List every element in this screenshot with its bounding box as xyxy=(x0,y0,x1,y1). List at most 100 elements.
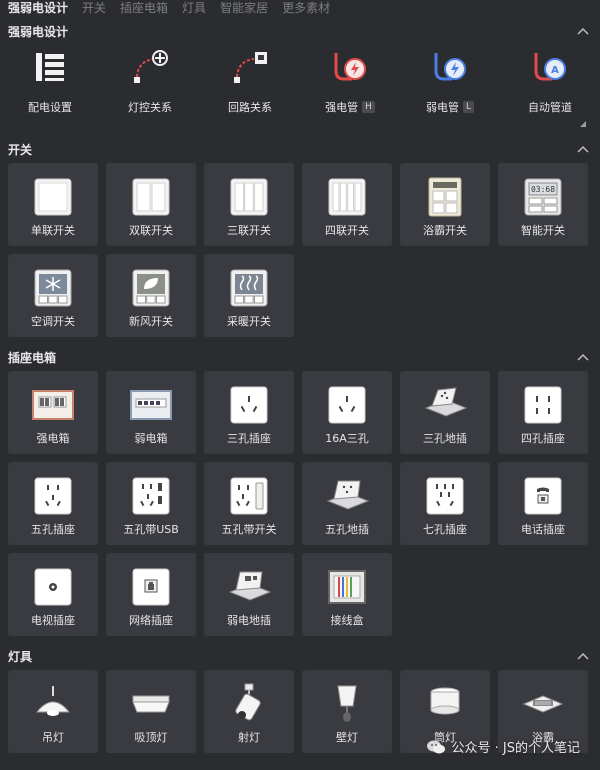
three-hole-socket-icon xyxy=(226,382,272,428)
nav-tab-sockets[interactable]: 插座电箱 xyxy=(120,0,168,17)
tile-triple-switch[interactable]: 三联开关 xyxy=(204,163,294,246)
phone-socket-icon xyxy=(520,473,566,519)
tile-phone-socket[interactable]: 电话插座 xyxy=(498,462,588,545)
floor-socket-3-icon xyxy=(422,382,468,428)
section-header-sockets[interactable]: 插座电箱 xyxy=(0,343,600,371)
weak-pipe-icon xyxy=(430,47,470,87)
watermark: 公众号 · JS的个人笔记 xyxy=(426,737,580,756)
tile-label: 四联开关 xyxy=(325,224,369,237)
tile-label: 三孔插座 xyxy=(227,432,271,445)
tile-five-hole-socket[interactable]: 五孔插座 xyxy=(8,462,98,545)
tile-double-switch[interactable]: 双联开关 xyxy=(106,163,196,246)
chevron-up-icon[interactable] xyxy=(576,26,590,36)
tool-distribution[interactable]: 配电设置 xyxy=(0,45,100,135)
section-title: 插座电箱 xyxy=(8,350,57,365)
tool-label: 弱电管 xyxy=(425,101,459,114)
smart-switch-display: 03:68 xyxy=(531,185,555,194)
spotlight-icon xyxy=(226,681,272,727)
tool-light-control[interactable]: 灯控关系 xyxy=(100,45,200,135)
tile-label: 网络插座 xyxy=(129,614,173,627)
four-hole-socket-icon xyxy=(520,382,566,428)
tile-seven-hole-socket[interactable]: 七孔插座 xyxy=(400,462,490,545)
chevron-up-icon[interactable] xyxy=(576,352,590,362)
tool-label: 灯控关系 xyxy=(128,101,172,114)
seven-hole-socket-icon xyxy=(422,473,468,519)
tile-wall-lamp[interactable]: 壁灯 xyxy=(302,670,392,753)
tool-weak-pipe[interactable]: 弱电管 L xyxy=(400,45,500,135)
section-title: 强弱电设计 xyxy=(8,24,69,39)
tile-tv-socket[interactable]: 电视插座 xyxy=(8,553,98,636)
floor-socket-5-icon xyxy=(324,473,370,519)
strong-pipe-icon xyxy=(330,47,370,87)
tile-switched-socket[interactable]: 五孔带开关 xyxy=(204,462,294,545)
tile-weak-box[interactable]: 弱电箱 xyxy=(106,371,196,454)
tile-label: 五孔地插 xyxy=(325,523,369,536)
tool-label: 回路关系 xyxy=(228,101,272,114)
tile-bath-heater-switch[interactable]: 浴霸开关 xyxy=(400,163,490,246)
nav-tab-wiring[interactable]: 强弱电设计 xyxy=(8,0,68,17)
tile-label: 七孔插座 xyxy=(423,523,467,536)
tile-smart-switch[interactable]: 03:68 智能开关 xyxy=(498,163,588,246)
watermark-text: 公众号 · JS的个人笔记 xyxy=(451,741,580,756)
tile-pendant-lamp[interactable]: 吊灯 xyxy=(8,670,98,753)
tile-quad-switch[interactable]: 四联开关 xyxy=(302,163,392,246)
tile-label: 壁灯 xyxy=(336,731,358,744)
tile-three-hole-socket[interactable]: 三孔插座 xyxy=(204,371,294,454)
section-title: 灯具 xyxy=(8,649,33,664)
downlight-icon xyxy=(422,681,468,727)
tile-ac-switch[interactable]: 空调开关 xyxy=(8,254,98,337)
tile-network-socket[interactable]: 网络插座 xyxy=(106,553,196,636)
tile-label: 吊灯 xyxy=(42,731,64,744)
chevron-up-icon[interactable] xyxy=(576,651,590,661)
switched-socket-icon xyxy=(226,473,272,519)
16a-socket-icon xyxy=(324,382,370,428)
svg-text:A: A xyxy=(551,65,559,76)
tile-16a-socket[interactable]: 16A三孔 xyxy=(302,371,392,454)
tile-usb-socket[interactable]: 五孔带USB xyxy=(106,462,196,545)
tool-label: 配电设置 xyxy=(28,101,72,114)
tile-label: 五孔带USB xyxy=(123,523,179,536)
tv-socket-icon xyxy=(30,564,76,610)
section-header-switches[interactable]: 开关 xyxy=(0,135,600,163)
tool-circuit[interactable]: 回路关系 xyxy=(200,45,300,135)
tile-label: 空调开关 xyxy=(31,315,75,328)
tile-single-switch[interactable]: 单联开关 xyxy=(8,163,98,246)
tile-label: 五孔插座 xyxy=(31,523,75,536)
tile-four-hole-socket[interactable]: 四孔插座 xyxy=(498,371,588,454)
tile-label: 电视插座 xyxy=(31,614,75,627)
tool-auto-pipe[interactable]: A 自动管道 xyxy=(500,45,600,135)
nav-tab-smart-home[interactable]: 智能家居 xyxy=(220,0,268,17)
tile-heating-switch[interactable]: 采暖开关 xyxy=(204,254,294,337)
bath-heater-icon xyxy=(520,681,566,727)
auto-pipe-icon: A xyxy=(530,47,570,87)
tile-label: 电话插座 xyxy=(521,523,565,536)
light-control-icon xyxy=(130,47,170,87)
triple-switch-icon xyxy=(226,174,272,220)
nav-tab-more[interactable]: 更多素材 xyxy=(282,0,330,17)
expand-corner-icon[interactable] xyxy=(580,121,586,127)
smart-switch-icon: 03:68 xyxy=(520,174,566,220)
wiring-tools: 配电设置 灯控关系 回路关系 强电管 H 弱电管 L A 自动管道 xyxy=(0,45,600,135)
tile-ceiling-lamp[interactable]: 吸顶灯 xyxy=(106,670,196,753)
tile-weak-floor-socket[interactable]: 弱电地插 xyxy=(204,553,294,636)
usb-socket-icon xyxy=(128,473,174,519)
tile-label: 智能开关 xyxy=(521,224,565,237)
nav-tab-switches[interactable]: 开关 xyxy=(82,0,106,17)
tile-strong-box[interactable]: 强电箱 xyxy=(8,371,98,454)
weak-floor-socket-icon xyxy=(226,564,272,610)
tile-junction-box[interactable]: 接线盒 xyxy=(302,553,392,636)
tile-label: 三孔地插 xyxy=(423,432,467,445)
tile-spotlight[interactable]: 射灯 xyxy=(204,670,294,753)
socket-grid: 强电箱 弱电箱 三孔插座 16A三孔 三孔地插 四孔插座 五孔插座 五孔带USB… xyxy=(0,371,600,636)
section-header-lights[interactable]: 灯具 xyxy=(0,642,600,670)
tile-floor-socket-5[interactable]: 五孔地插 xyxy=(302,462,392,545)
tile-floor-socket-3[interactable]: 三孔地插 xyxy=(400,371,490,454)
tile-fresh-air-switch[interactable]: 新风开关 xyxy=(106,254,196,337)
tool-strong-pipe[interactable]: 强电管 H xyxy=(300,45,400,135)
nav-tab-lights[interactable]: 灯具 xyxy=(182,0,206,17)
chevron-up-icon[interactable] xyxy=(576,144,590,154)
section-header-wiring[interactable]: 强弱电设计 xyxy=(0,17,600,45)
tile-label: 四孔插座 xyxy=(521,432,565,445)
single-switch-icon xyxy=(30,174,76,220)
top-nav: 强弱电设计 开关 插座电箱 灯具 智能家居 更多素材 xyxy=(0,0,600,17)
